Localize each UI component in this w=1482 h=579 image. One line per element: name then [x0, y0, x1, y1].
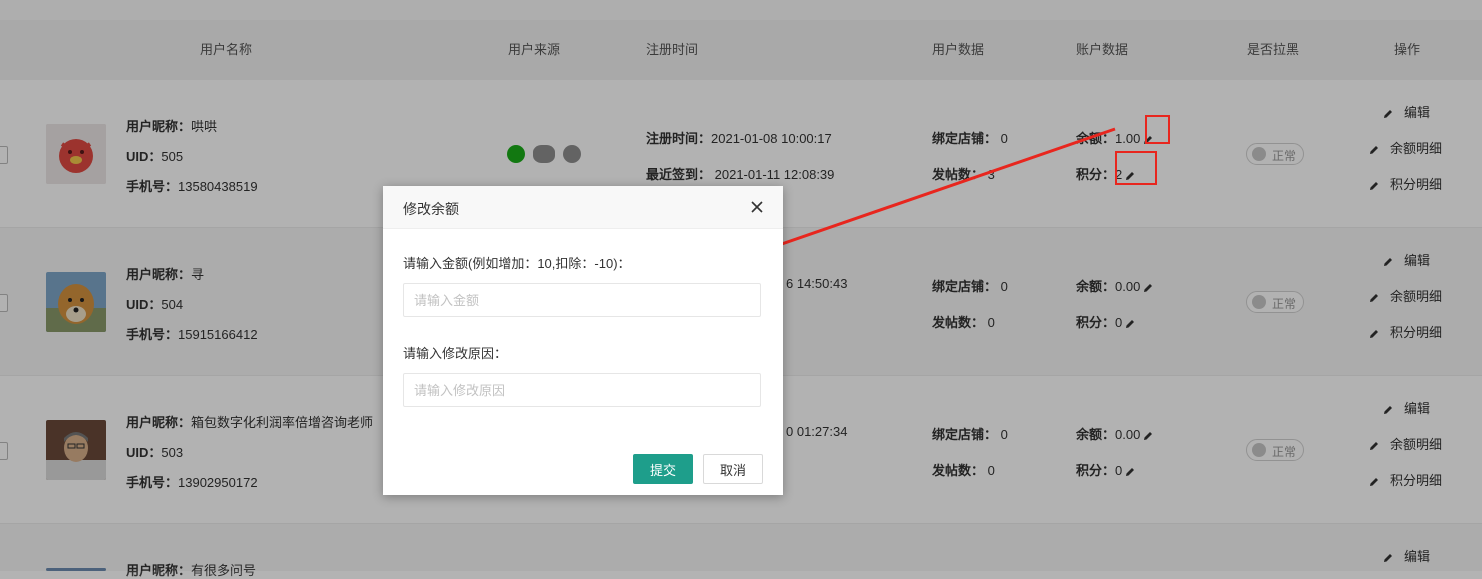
dialog-title: 修改余额: [403, 201, 459, 217]
cancel-button[interactable]: 取消: [703, 454, 763, 484]
edit-balance-dialog: 修改余额 请输入金额(例如增加：10,扣除：-10)： 请输入修改原因： 提交 …: [383, 186, 783, 495]
reason-label: 请输入修改原因：: [403, 346, 508, 361]
highlight-box-balance: [1145, 115, 1170, 144]
amount-input[interactable]: [403, 283, 761, 317]
reason-input[interactable]: [403, 373, 761, 407]
highlight-box-points: [1115, 151, 1157, 185]
close-icon[interactable]: [750, 200, 764, 214]
submit-button[interactable]: 提交: [633, 454, 693, 484]
amount-label: 请输入金额(例如增加：10,扣除：-10)：: [403, 256, 631, 271]
dialog-header: 修改余额: [383, 186, 783, 229]
